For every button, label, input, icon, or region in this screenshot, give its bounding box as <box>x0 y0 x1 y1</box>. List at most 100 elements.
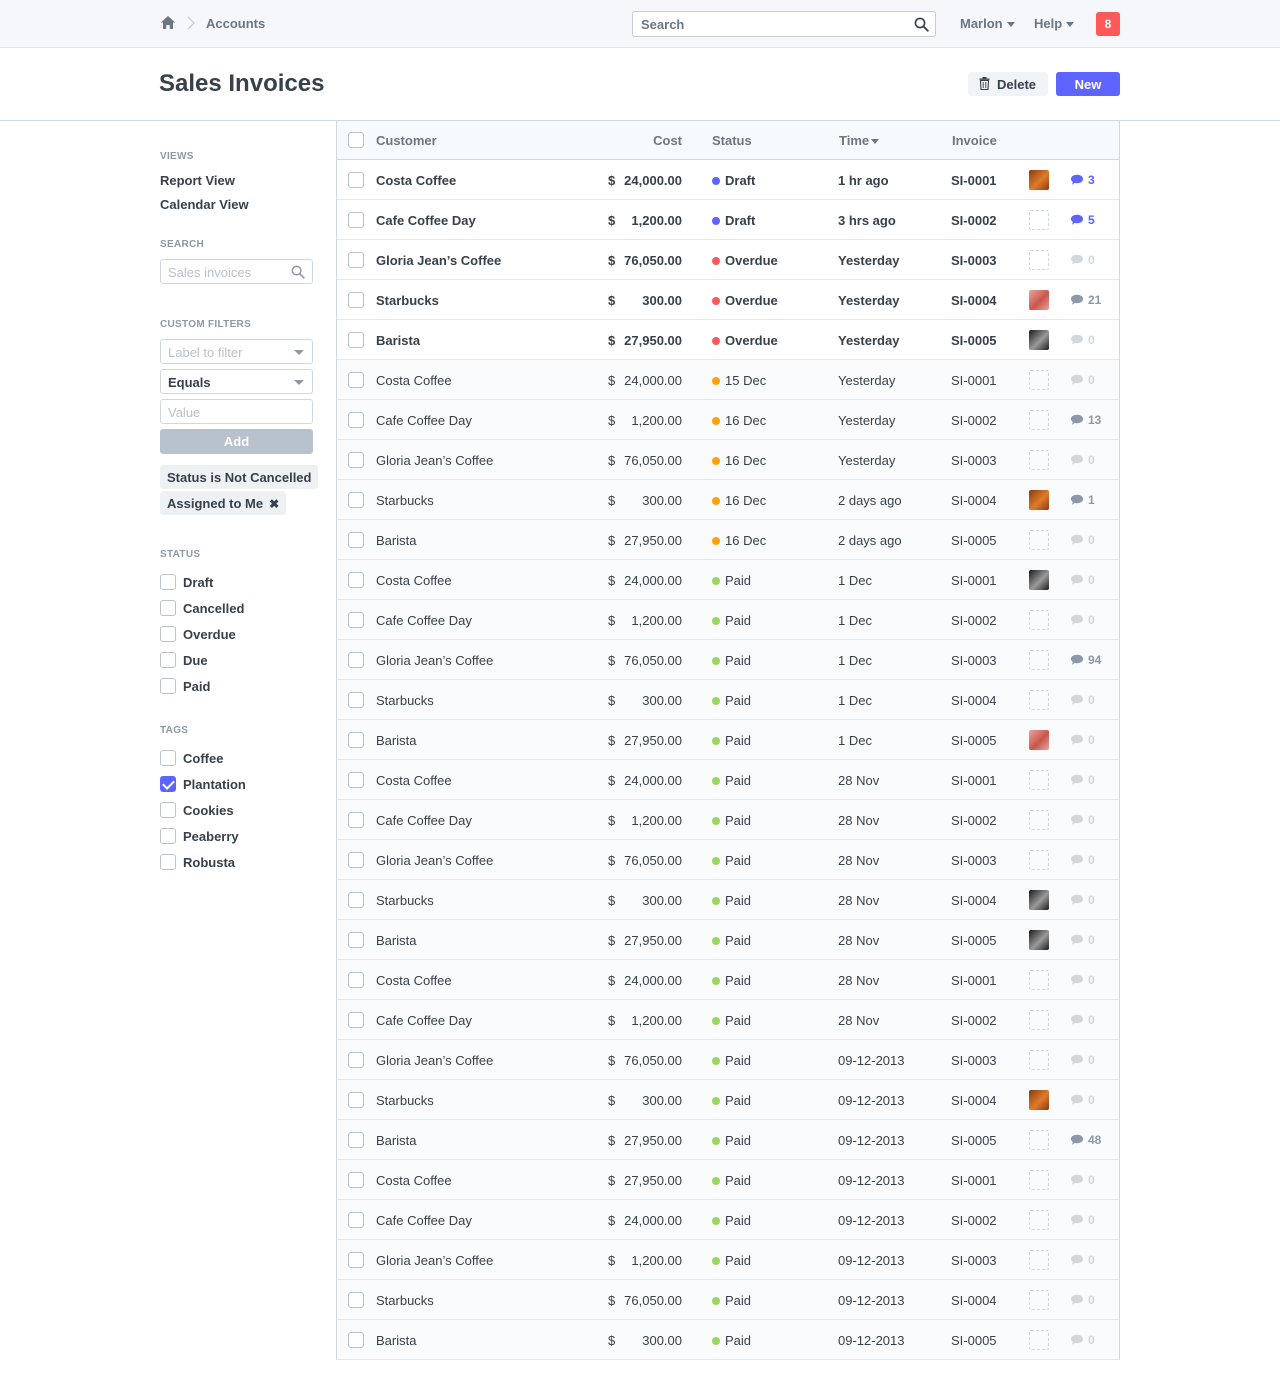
search-icon[interactable] <box>914 17 929 32</box>
table-row[interactable]: Cafe Coffee Day $24,000.00 Paid 09-12-2013 S… <box>337 1200 1119 1240</box>
comment-count[interactable]: 0 <box>1070 853 1095 867</box>
avatar[interactable] <box>1029 1090 1049 1110</box>
table-row[interactable]: Barista $27,950.00 Overdue Yesterday SI-0005… <box>337 320 1119 360</box>
avatar-placeholder[interactable] <box>1029 1050 1049 1070</box>
customer-cell[interactable]: Cafe Coffee Day <box>376 613 472 628</box>
avatar[interactable] <box>1029 730 1049 750</box>
row-checkbox[interactable] <box>348 492 364 508</box>
invoice-cell[interactable]: SI-0003 <box>951 1053 997 1068</box>
invoice-cell[interactable]: SI-0005 <box>951 533 997 548</box>
comment-count[interactable]: 0 <box>1070 813 1095 827</box>
avatar-placeholder[interactable] <box>1029 250 1049 270</box>
row-checkbox[interactable] <box>348 1172 364 1188</box>
invoice-cell[interactable]: SI-0002 <box>951 1013 997 1028</box>
invoice-cell[interactable]: SI-0004 <box>951 1093 997 1108</box>
avatar-placeholder[interactable] <box>1029 530 1049 550</box>
checkbox[interactable] <box>160 626 176 642</box>
sidebar-item-report-view[interactable]: Report View <box>160 173 235 188</box>
comment-count[interactable]: 0 <box>1070 933 1095 947</box>
customer-cell[interactable]: Gloria Jean’s Coffee <box>376 253 501 268</box>
checkbox[interactable] <box>160 854 176 870</box>
avatar-placeholder[interactable] <box>1029 1010 1049 1030</box>
customer-cell[interactable]: Barista <box>376 1333 416 1348</box>
comment-count[interactable]: 3 <box>1070 173 1095 187</box>
table-row[interactable]: Cafe Coffee Day $1,200.00 Paid 28 Nov SI-000… <box>337 800 1119 840</box>
avatar[interactable] <box>1029 290 1049 310</box>
avatar-placeholder[interactable] <box>1029 410 1049 430</box>
sidebar-item-calendar-view[interactable]: Calendar View <box>160 197 249 212</box>
user-menu[interactable]: Marlon <box>960 16 1015 31</box>
table-row[interactable]: Cafe Coffee Day $1,200.00 Paid 1 Dec SI-0002… <box>337 600 1119 640</box>
table-row[interactable]: Cafe Coffee Day $1,200.00 Draft 3 hrs ago SI… <box>337 200 1119 240</box>
table-row[interactable]: Starbucks $76,050.00 Paid 09-12-2013 SI-0004… <box>337 1280 1119 1320</box>
row-checkbox[interactable] <box>348 452 364 468</box>
comment-count[interactable]: 0 <box>1070 973 1095 987</box>
customer-cell[interactable]: Gloria Jean’s Coffee <box>376 1253 493 1268</box>
table-row[interactable]: Costa Coffee $24,000.00 Paid 28 Nov SI-0001 0 <box>337 960 1119 1000</box>
table-row[interactable]: Starbucks $300.00 Paid 09-12-2013 SI-0004 0 <box>337 1080 1119 1120</box>
table-row[interactable]: Gloria Jean’s Coffee $76,050.00 Paid 09-12-… <box>337 1040 1119 1080</box>
row-checkbox[interactable] <box>348 852 364 868</box>
comment-count[interactable]: 0 <box>1070 1253 1095 1267</box>
comment-count[interactable]: 0 <box>1070 613 1095 627</box>
customer-cell[interactable]: Barista <box>376 1133 416 1148</box>
comment-count[interactable]: 0 <box>1070 733 1095 747</box>
row-checkbox[interactable] <box>348 612 364 628</box>
row-checkbox[interactable] <box>348 212 364 228</box>
invoice-cell[interactable]: SI-0005 <box>951 333 997 348</box>
help-menu[interactable]: Help <box>1034 16 1075 31</box>
row-checkbox[interactable] <box>348 1092 364 1108</box>
customer-cell[interactable]: Costa Coffee <box>376 973 452 988</box>
invoice-cell[interactable]: SI-0002 <box>951 813 997 828</box>
invoice-cell[interactable]: SI-0003 <box>951 1253 997 1268</box>
table-row[interactable]: Costa Coffee $27,950.00 Paid 09-12-2013 SI-0… <box>337 1160 1119 1200</box>
customer-cell[interactable]: Barista <box>376 733 416 748</box>
comment-count[interactable]: 0 <box>1070 453 1095 467</box>
row-checkbox[interactable] <box>348 772 364 788</box>
add-filter-button[interactable]: Add <box>160 429 313 454</box>
customer-cell[interactable]: Gloria Jean’s Coffee <box>376 1053 493 1068</box>
table-row[interactable]: Barista $27,950.00 Paid 1 Dec SI-0005 0 <box>337 720 1119 760</box>
invoice-cell[interactable]: SI-0005 <box>951 733 997 748</box>
avatar-placeholder[interactable] <box>1029 210 1049 230</box>
delete-button[interactable]: Delete <box>968 72 1048 96</box>
avatar-placeholder[interactable] <box>1029 1250 1049 1270</box>
comment-count[interactable]: 0 <box>1070 373 1095 387</box>
filter-chip-status[interactable]: Status is Not Cancelled <box>160 465 319 489</box>
customer-cell[interactable]: Gloria Jean’s Coffee <box>376 653 493 668</box>
row-checkbox[interactable] <box>348 1212 364 1228</box>
avatar-placeholder[interactable] <box>1029 1210 1049 1230</box>
row-checkbox[interactable] <box>348 1012 364 1028</box>
invoice-cell[interactable]: SI-0001 <box>951 573 997 588</box>
customer-cell[interactable]: Starbucks <box>376 1093 434 1108</box>
comment-count[interactable]: 0 <box>1070 573 1095 587</box>
invoice-cell[interactable]: SI-0002 <box>951 413 997 428</box>
table-row[interactable]: Starbucks $300.00 16 Dec 2 days ago SI-0004 1 <box>337 480 1119 520</box>
column-header-cost[interactable]: Cost <box>622 133 682 148</box>
comment-count[interactable]: 0 <box>1070 773 1095 787</box>
table-row[interactable]: Barista $27,950.00 Paid 09-12-2013 SI-0005 48 <box>337 1120 1119 1160</box>
avatar-placeholder[interactable] <box>1029 650 1049 670</box>
customer-cell[interactable]: Starbucks <box>376 1293 434 1308</box>
table-row[interactable]: Costa Coffee $24,000.00 Draft 1 hr ago SI-00… <box>337 160 1119 200</box>
comment-count[interactable]: 0 <box>1070 253 1095 267</box>
customer-cell[interactable]: Gloria Jean’s Coffee <box>376 453 493 468</box>
row-checkbox[interactable] <box>348 932 364 948</box>
table-row[interactable]: Gloria Jean’s Coffee $76,050.00 Paid 1 Dec S… <box>337 640 1119 680</box>
global-search[interactable] <box>632 11 936 37</box>
invoice-cell[interactable]: SI-0004 <box>951 893 997 908</box>
comment-count[interactable]: 0 <box>1070 693 1095 707</box>
filter-value-input[interactable]: Value <box>160 399 313 424</box>
comment-count[interactable]: 48 <box>1070 1133 1101 1147</box>
avatar[interactable] <box>1029 170 1049 190</box>
table-row[interactable]: Costa Coffee $24,000.00 Paid 28 Nov SI-0001 0 <box>337 760 1119 800</box>
customer-cell[interactable]: Cafe Coffee Day <box>376 1213 472 1228</box>
row-checkbox[interactable] <box>348 1132 364 1148</box>
comment-count[interactable]: 1 <box>1070 493 1095 507</box>
global-search-input[interactable] <box>641 16 901 32</box>
comment-count[interactable]: 0 <box>1070 533 1095 547</box>
row-checkbox[interactable] <box>348 1252 364 1268</box>
customer-cell[interactable]: Barista <box>376 333 420 348</box>
customer-cell[interactable]: Costa Coffee <box>376 373 452 388</box>
sidebar-search-input[interactable]: Sales invoices <box>160 259 313 284</box>
